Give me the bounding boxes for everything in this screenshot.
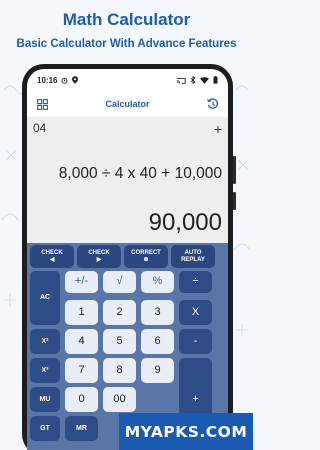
phone-screen: 10:16 Calculator 04 + 8,000 ÷ 4 x 40 + 1… — [27, 69, 228, 450]
correct-button[interactable]: CORRECT ⊗ — [124, 245, 168, 268]
bluetooth-icon — [190, 76, 196, 84]
digit-1-button[interactable]: 1 — [65, 300, 98, 325]
result-text: 90,000 — [148, 209, 222, 236]
auto-replay-button[interactable]: AUTO REPLAY — [171, 245, 215, 268]
watermark-banner: MYAPKS.COM — [119, 413, 253, 450]
status-time: 10:16 — [37, 75, 58, 85]
volume-button — [233, 156, 236, 184]
digit-9-button[interactable]: 9 — [141, 358, 174, 383]
multiply-button[interactable]: X — [179, 300, 212, 325]
minus-button[interactable]: - — [179, 329, 212, 354]
wifi-icon — [200, 76, 209, 84]
status-bar: 10:16 — [27, 69, 228, 91]
divide-button[interactable]: ÷ — [179, 271, 212, 293]
digit-3-button[interactable]: 3 — [141, 300, 174, 325]
history-button[interactable] — [206, 97, 220, 111]
plus-minus-button[interactable]: +/- — [65, 271, 98, 293]
gt-button[interactable]: GT — [30, 416, 60, 441]
check-next-button[interactable]: CHECK ▶ — [77, 245, 121, 268]
digit-2-button[interactable]: 2 — [103, 300, 136, 325]
x-squared-button[interactable]: X² — [30, 329, 60, 354]
digit-6-button[interactable]: 6 — [141, 329, 174, 354]
location-icon — [72, 76, 79, 84]
digit-8-button[interactable]: 8 — [103, 358, 136, 383]
promo-title: Math Calculator — [62, 10, 191, 29]
check-prev-button[interactable]: CHECK ◀ — [30, 245, 74, 268]
digit-4-button[interactable]: 4 — [65, 329, 98, 354]
promo-subtitle: Basic Calculator With Advance Features — [16, 38, 237, 50]
battery-icon — [213, 76, 218, 84]
app-title: Calculator — [105, 99, 150, 109]
digit-0-button[interactable]: 0 — [65, 387, 98, 412]
sqrt-button[interactable]: √ — [103, 271, 136, 293]
ac-button[interactable]: AC — [30, 271, 60, 325]
cast-icon — [176, 77, 186, 84]
app-bar: Calculator — [27, 91, 228, 117]
history-icon — [207, 98, 218, 109]
grid-icon — [36, 98, 48, 110]
percent-button[interactable]: % — [141, 271, 174, 293]
expression-text: 8,000 ÷ 4 x 40 + 10,000 — [58, 165, 222, 182]
digit-00-button[interactable]: 00 — [103, 387, 136, 412]
step-counter: 04 — [33, 121, 47, 135]
mr-button[interactable]: MR — [65, 416, 98, 441]
phone-frame: 10:16 Calculator 04 + 8,000 ÷ 4 x 40 + 1… — [22, 64, 236, 450]
watermark-text: MYAPKS.COM — [124, 422, 248, 441]
menu-grid-button[interactable] — [35, 97, 49, 111]
alarm-icon — [62, 77, 68, 84]
calculator-display: 04 + 8,000 ÷ 4 x 40 + 10,000 90,000 — [27, 117, 228, 243]
operator-indicator: + — [213, 121, 222, 137]
digit-7-button[interactable]: 7 — [65, 358, 98, 383]
power-button — [233, 192, 236, 210]
x-cubed-button[interactable]: X³ — [30, 358, 60, 383]
mu-button[interactable]: MU — [30, 387, 60, 412]
digit-5-button[interactable]: 5 — [103, 329, 136, 354]
